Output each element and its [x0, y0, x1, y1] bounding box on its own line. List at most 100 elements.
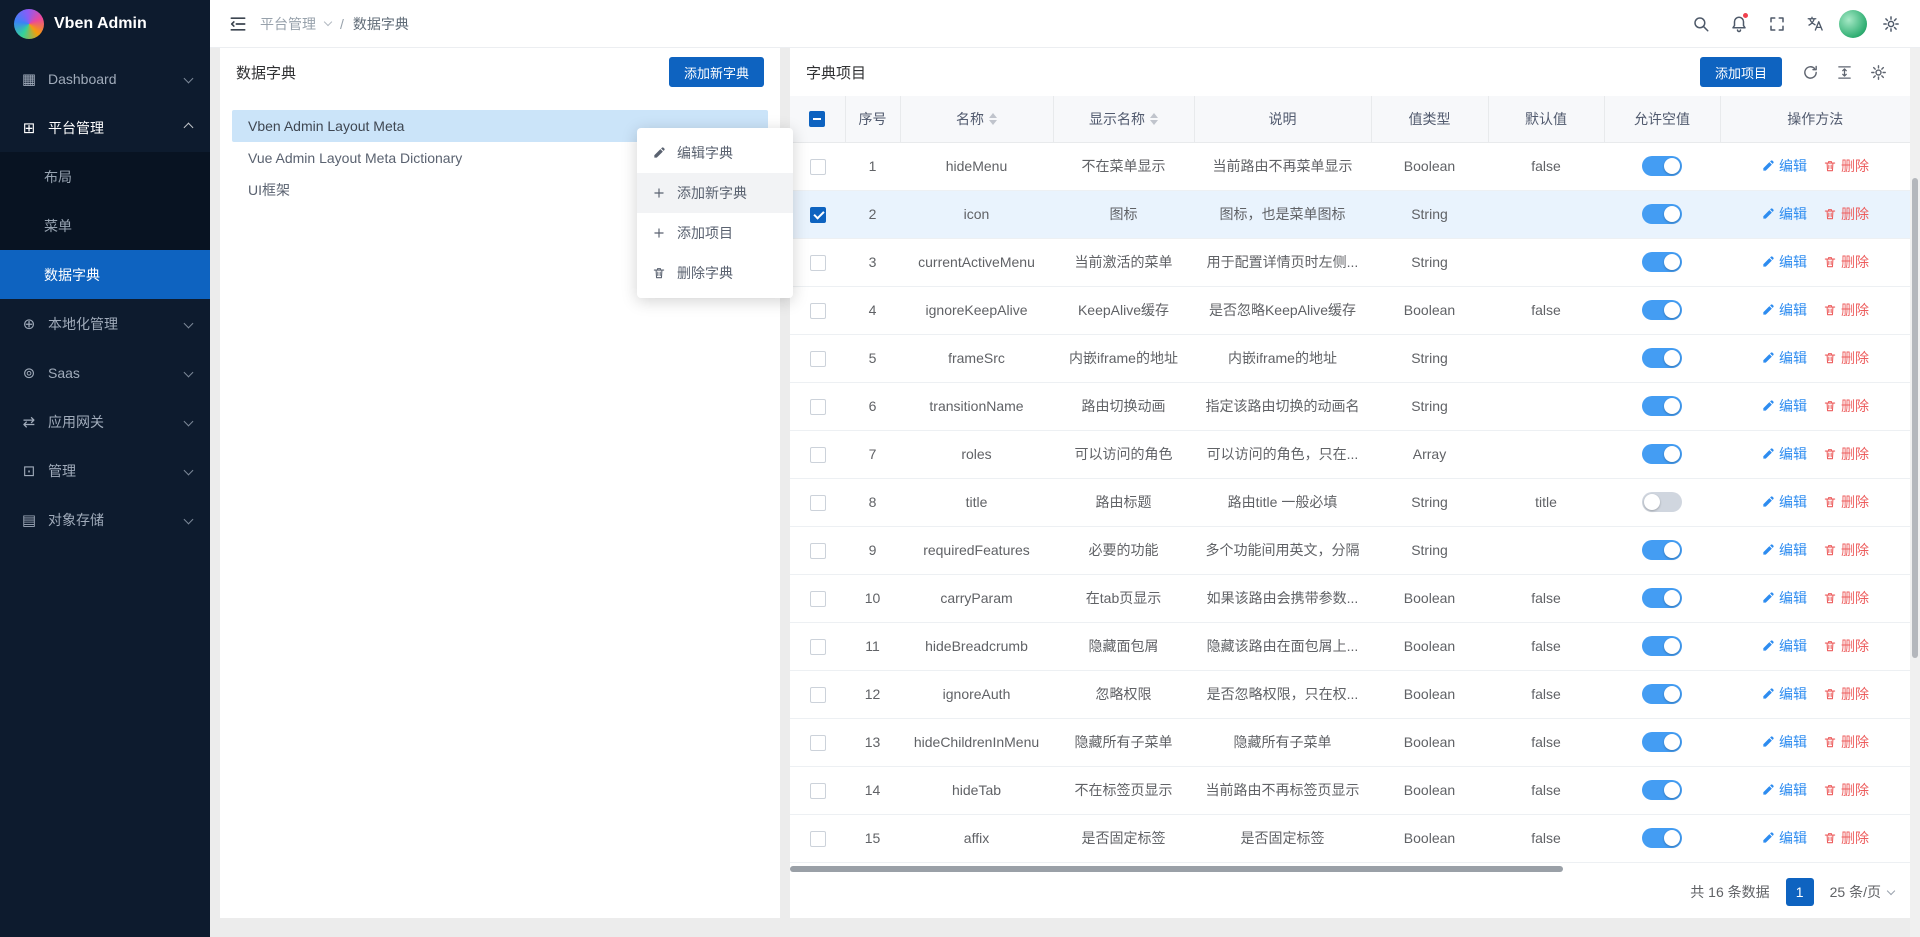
sidebar-item-app-gateway[interactable]: ⇄应用网关 — [0, 397, 210, 446]
user-avatar[interactable] — [1834, 0, 1872, 48]
edit-button[interactable]: 编辑 — [1761, 396, 1807, 416]
sidebar-item-layout[interactable]: 布局 — [0, 152, 210, 201]
sidebar-item-dashboard[interactable]: ▦Dashboard — [0, 54, 210, 103]
menu-fold-icon[interactable] — [220, 0, 256, 48]
edit-button[interactable]: 编辑 — [1761, 684, 1807, 704]
allow-empty-toggle[interactable] — [1642, 492, 1682, 512]
allow-empty-toggle[interactable] — [1642, 780, 1682, 800]
notification-bell-icon[interactable] — [1720, 0, 1758, 48]
search-icon[interactable] — [1682, 0, 1720, 48]
sidebar-item-data-dictionary[interactable]: 数据字典 — [0, 250, 210, 299]
row-checkbox[interactable] — [810, 495, 826, 511]
row-checkbox[interactable] — [810, 591, 826, 607]
vertical-scrollbar-thumb[interactable] — [1912, 178, 1918, 658]
sidebar-item-localization[interactable]: ⊕本地化管理 — [0, 299, 210, 348]
row-checkbox[interactable] — [810, 207, 826, 223]
sort-icon[interactable] — [989, 113, 997, 125]
edit-button[interactable]: 编辑 — [1761, 780, 1807, 800]
row-checkbox[interactable] — [810, 831, 826, 847]
delete-button[interactable]: 删除 — [1823, 540, 1869, 560]
delete-button[interactable]: 删除 — [1823, 780, 1869, 800]
delete-button[interactable]: 删除 — [1823, 156, 1869, 176]
add-dictionary-button[interactable]: 添加新字典 — [669, 57, 764, 87]
edit-button-label: 编辑 — [1779, 684, 1807, 704]
edit-button[interactable]: 编辑 — [1761, 540, 1807, 560]
allow-empty-toggle[interactable] — [1642, 204, 1682, 224]
delete-button[interactable]: 删除 — [1823, 204, 1869, 224]
allow-empty-toggle[interactable] — [1642, 636, 1682, 656]
delete-button[interactable]: 删除 — [1823, 492, 1869, 512]
app-logo[interactable]: Vben Admin — [0, 0, 210, 48]
page-size-select[interactable]: 25 条/页 — [1830, 882, 1894, 902]
sidebar-item-saas[interactable]: ⊚Saas — [0, 348, 210, 397]
delete-button[interactable]: 删除 — [1823, 300, 1869, 320]
allow-empty-toggle[interactable] — [1642, 348, 1682, 368]
row-checkbox[interactable] — [810, 399, 826, 415]
row-checkbox[interactable] — [810, 687, 826, 703]
row-checkbox[interactable] — [810, 447, 826, 463]
sidebar-item-management[interactable]: ⊡管理 — [0, 446, 210, 495]
allow-empty-toggle[interactable] — [1642, 156, 1682, 176]
select-all-checkbox[interactable] — [809, 111, 825, 127]
sidebar-item-object-storage[interactable]: ▤对象存储 — [0, 495, 210, 544]
allow-empty-toggle[interactable] — [1642, 300, 1682, 320]
sidebar-item-platform[interactable]: ⊞平台管理 — [0, 103, 210, 152]
row-checkbox[interactable] — [810, 159, 826, 175]
allow-empty-toggle[interactable] — [1642, 540, 1682, 560]
sidebar-item-menu[interactable]: 菜单 — [0, 201, 210, 250]
row-checkbox[interactable] — [810, 783, 826, 799]
allow-empty-toggle[interactable] — [1642, 828, 1682, 848]
row-density-icon[interactable] — [1828, 56, 1860, 88]
allow-empty-toggle[interactable] — [1642, 252, 1682, 272]
row-checkbox[interactable] — [810, 351, 826, 367]
row-checkbox[interactable] — [810, 639, 826, 655]
context-menu-item[interactable]: 编辑字典 — [637, 133, 793, 173]
allow-empty-toggle[interactable] — [1642, 732, 1682, 752]
settings-gear-icon[interactable] — [1872, 0, 1910, 48]
delete-button[interactable]: 删除 — [1823, 444, 1869, 464]
edit-button[interactable]: 编辑 — [1761, 156, 1807, 176]
delete-button[interactable]: 删除 — [1823, 588, 1869, 608]
edit-icon — [1761, 303, 1775, 317]
allow-empty-toggle[interactable] — [1642, 444, 1682, 464]
allow-empty-toggle[interactable] — [1642, 396, 1682, 416]
edit-button[interactable]: 编辑 — [1761, 588, 1807, 608]
row-checkbox[interactable] — [810, 303, 826, 319]
edit-button[interactable]: 编辑 — [1761, 300, 1807, 320]
delete-button[interactable]: 删除 — [1823, 828, 1869, 848]
delete-button[interactable]: 删除 — [1823, 396, 1869, 416]
fullscreen-icon[interactable] — [1758, 0, 1796, 48]
pagination-total: 共 16 条数据 — [1690, 882, 1769, 902]
horizontal-scrollbar[interactable] — [790, 866, 1563, 872]
edit-button[interactable]: 编辑 — [1761, 492, 1807, 512]
edit-button[interactable]: 编辑 — [1761, 828, 1807, 848]
row-value-type: Boolean — [1371, 766, 1488, 814]
page-number-button[interactable]: 1 — [1786, 878, 1814, 906]
delete-button[interactable]: 删除 — [1823, 684, 1869, 704]
column-settings-gear-icon[interactable] — [1862, 56, 1894, 88]
context-menu-item[interactable]: 添加项目 — [637, 213, 793, 253]
refresh-icon[interactable] — [1794, 56, 1826, 88]
sort-icon[interactable] — [1150, 113, 1158, 125]
context-menu-item[interactable]: 添加新字典 — [637, 173, 793, 213]
context-menu-item[interactable]: 删除字典 — [637, 253, 793, 293]
delete-button[interactable]: 删除 — [1823, 252, 1869, 272]
edit-button[interactable]: 编辑 — [1761, 204, 1807, 224]
edit-button[interactable]: 编辑 — [1761, 252, 1807, 272]
allow-empty-toggle[interactable] — [1642, 684, 1682, 704]
delete-button[interactable]: 删除 — [1823, 636, 1869, 656]
breadcrumb-section[interactable]: 平台管理 — [260, 14, 316, 34]
delete-button[interactable]: 删除 — [1823, 348, 1869, 368]
row-checkbox[interactable] — [810, 543, 826, 559]
edit-button[interactable]: 编辑 — [1761, 348, 1807, 368]
edit-button[interactable]: 编辑 — [1761, 444, 1807, 464]
allow-empty-toggle[interactable] — [1642, 588, 1682, 608]
translate-icon[interactable] — [1796, 0, 1834, 48]
row-checkbox[interactable] — [810, 735, 826, 751]
delete-button[interactable]: 删除 — [1823, 732, 1869, 752]
vertical-scrollbar-track[interactable] — [1910, 48, 1920, 937]
edit-button[interactable]: 编辑 — [1761, 636, 1807, 656]
add-item-button[interactable]: 添加项目 — [1700, 57, 1782, 87]
edit-button[interactable]: 编辑 — [1761, 732, 1807, 752]
row-checkbox[interactable] — [810, 255, 826, 271]
